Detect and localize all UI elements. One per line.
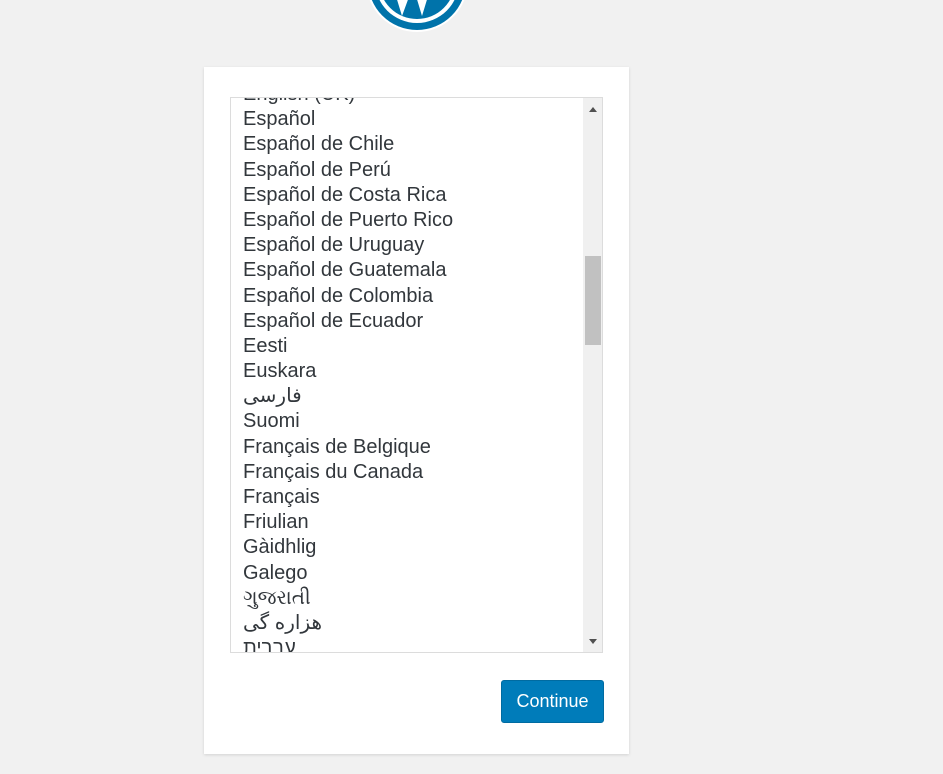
language-option[interactable]: English (UK) bbox=[243, 98, 453, 107]
language-option[interactable]: Español de Chile bbox=[243, 132, 453, 157]
language-option[interactable]: ગુજરાતી bbox=[243, 586, 453, 611]
language-list-viewport: English (UK)EspañolEspañol de ChileEspañ… bbox=[231, 98, 584, 652]
language-option[interactable]: Español de Perú bbox=[243, 158, 453, 183]
language-option[interactable]: Français bbox=[243, 485, 453, 510]
continue-button[interactable]: Continue bbox=[501, 680, 604, 723]
scrollbar-thumb[interactable] bbox=[585, 256, 601, 345]
language-option[interactable]: Suomi bbox=[243, 409, 453, 434]
language-option[interactable]: Français du Canada bbox=[243, 460, 453, 485]
language-option[interactable]: עברית bbox=[243, 636, 453, 652]
language-option[interactable]: Español de Costa Rica bbox=[243, 183, 453, 208]
language-select-list[interactable]: English (UK)EspañolEspañol de ChileEspañ… bbox=[230, 97, 603, 653]
scroll-up-arrow-icon[interactable] bbox=[583, 98, 602, 120]
language-option[interactable]: Español bbox=[243, 107, 453, 132]
language-option[interactable]: Gàidhlig bbox=[243, 535, 453, 560]
language-options: English (UK)EspañolEspañol de ChileEspañ… bbox=[243, 98, 453, 652]
language-option[interactable]: Eesti bbox=[243, 334, 453, 359]
language-option[interactable]: Español de Colombia bbox=[243, 284, 453, 309]
language-option[interactable]: Galego bbox=[243, 561, 453, 586]
scroll-down-arrow-icon[interactable] bbox=[583, 630, 602, 652]
language-option[interactable]: Español de Puerto Rico bbox=[243, 208, 453, 233]
language-option[interactable]: فارسی bbox=[243, 384, 453, 409]
language-option[interactable]: هزاره گی bbox=[243, 611, 453, 636]
language-chooser-card: English (UK)EspañolEspañol de ChileEspañ… bbox=[204, 67, 629, 754]
language-list-scrollbar[interactable] bbox=[583, 98, 602, 652]
language-option[interactable]: Friulian bbox=[243, 510, 453, 535]
language-option[interactable]: Español de Uruguay bbox=[243, 233, 453, 258]
language-option[interactable]: Français de Belgique bbox=[243, 435, 453, 460]
language-option[interactable]: Euskara bbox=[243, 359, 453, 384]
language-option[interactable]: Español de Guatemala bbox=[243, 258, 453, 283]
language-option[interactable]: Español de Ecuador bbox=[243, 309, 453, 334]
wordpress-logo-icon bbox=[366, 0, 468, 32]
